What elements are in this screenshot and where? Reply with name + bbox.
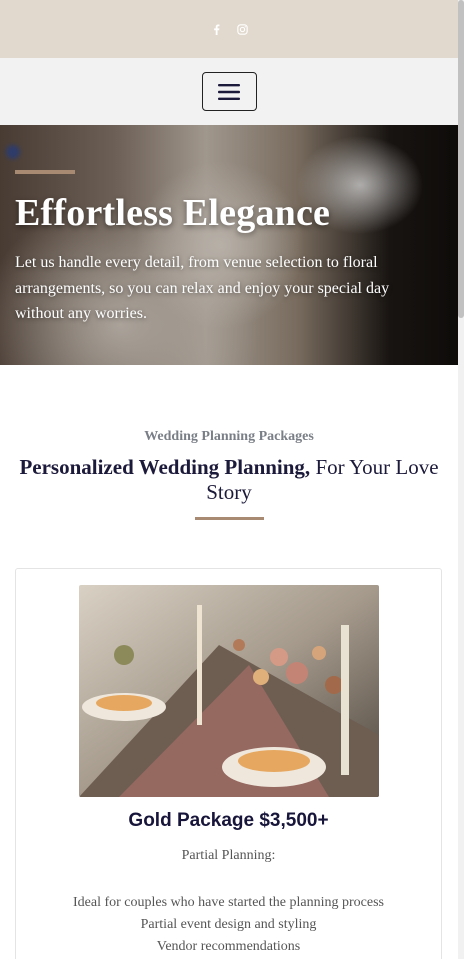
section-eyebrow: Wedding Planning Packages [144, 429, 314, 444]
package-feature-list: Ideal for couples who have started the p… [16, 892, 441, 958]
hero-title: Effortless Elegance [15, 192, 331, 234]
scrollbar-thumb[interactable] [458, 0, 464, 318]
package-subtitle: Partial Planning: [181, 848, 276, 863]
instagram-icon[interactable] [236, 23, 248, 35]
list-item: Partial event design and styling [140, 917, 317, 932]
list-item: Vendor recommendations [156, 939, 301, 954]
hero-description: Let us handle every detail, from venue s… [15, 254, 390, 322]
hamburger-icon [218, 83, 240, 100]
section-title-strong: Personalized Wedding Planning, [19, 455, 311, 479]
menu-toggle-button[interactable] [201, 72, 257, 111]
scrollbar[interactable] [458, 0, 464, 959]
page: Effortless Elegance Let us handle every … [0, 0, 458, 959]
list-item: Ideal for couples who have started the p… [72, 895, 384, 910]
section-underline [194, 517, 264, 520]
section-title: Personalized Wedding Planning, For Your … [9, 455, 449, 505]
navbar [0, 58, 458, 125]
package-title: Gold Package $3,500+ [128, 810, 329, 831]
social-topbar [0, 0, 458, 58]
hero-accent-line [15, 170, 75, 174]
package-card: Gold Package $3,500+ Partial Planning: I… [15, 568, 442, 959]
facebook-icon[interactable] [210, 23, 222, 35]
package-image [79, 585, 379, 797]
hero-banner: Effortless Elegance Let us handle every … [0, 125, 458, 365]
packages-intro: Wedding Planning Packages Personalized W… [0, 365, 458, 520]
